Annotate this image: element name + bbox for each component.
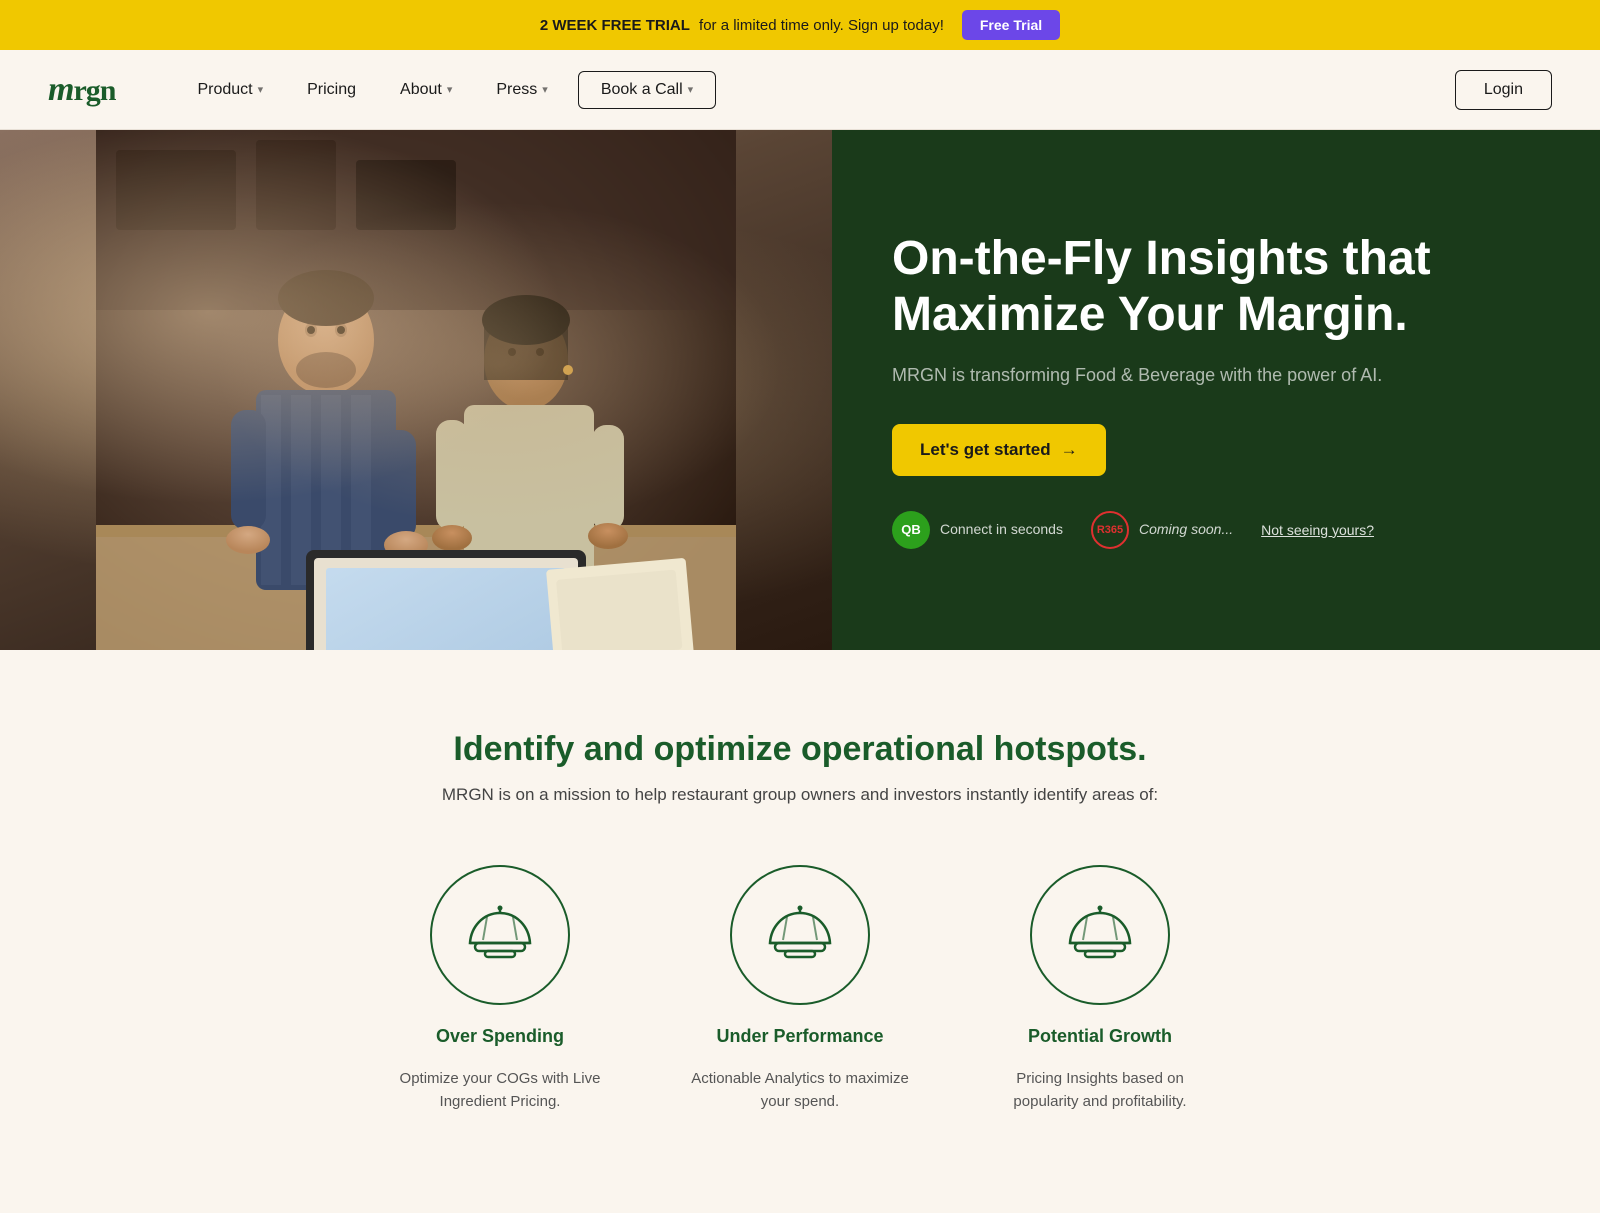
hotspot-cards: Over Spending Optimize your COGs with Li… — [40, 865, 1560, 1113]
nav-pricing[interactable]: Pricing — [285, 71, 378, 109]
overspending-desc: Optimize your COGs with Live Ingredient … — [390, 1068, 610, 1113]
potentialgrowth-icon — [1030, 865, 1170, 1005]
quickbooks-integration: QB Connect in seconds — [892, 511, 1063, 549]
hero-image — [0, 130, 832, 650]
quickbooks-logo: QB — [892, 511, 930, 549]
hotspots-section: Identify and optimize operational hotspo… — [0, 650, 1600, 1213]
overspending-icon — [430, 865, 570, 1005]
hotspots-heading: Identify and optimize operational hotspo… — [40, 730, 1560, 769]
hero-section: On-the-Fly Insights that Maximize Your M… — [0, 130, 1600, 650]
login-button[interactable]: Login — [1455, 70, 1552, 110]
hero-subtitle: MRGN is transforming Food & Beverage wit… — [892, 362, 1545, 389]
nav-product[interactable]: Product ▾ — [175, 71, 285, 109]
hotspot-card-underperformance: Under Performance Actionable Analytics t… — [690, 865, 910, 1113]
underperformance-label: Under Performance — [716, 1025, 883, 1048]
overspending-label: Over Spending — [436, 1025, 564, 1048]
chevron-down-icon: ▾ — [542, 83, 548, 96]
not-seeing-link[interactable]: Not seeing yours? — [1261, 522, 1374, 538]
nav-about[interactable]: About ▾ — [378, 71, 474, 109]
chevron-down-icon: ▾ — [688, 83, 694, 96]
free-trial-button[interactable]: Free Trial — [962, 10, 1060, 40]
arrow-icon: → — [1061, 440, 1078, 460]
hotspots-subtext: MRGN is on a mission to help restaurant … — [40, 785, 1560, 805]
banner-text: 2 WEEK FREE TRIAL for a limited time onl… — [540, 17, 944, 34]
nav-links: Product ▾ Pricing About ▾ Press ▾ Book a… — [175, 71, 1454, 109]
nav-press[interactable]: Press ▾ — [474, 71, 569, 109]
cloche-icon-1 — [465, 905, 535, 965]
r365-integration: R365 Coming soon... — [1091, 511, 1233, 549]
nav-book-a-call[interactable]: Book a Call ▾ — [578, 71, 716, 109]
cloche-icon-2 — [765, 905, 835, 965]
hero-content: On-the-Fly Insights that Maximize Your M… — [832, 130, 1600, 650]
potentialgrowth-label: Potential Growth — [1028, 1025, 1172, 1048]
chevron-down-icon: ▾ — [447, 83, 453, 96]
logo[interactable]: mrgn — [48, 71, 115, 109]
main-navbar: mrgn Product ▾ Pricing About ▾ Press ▾ B… — [0, 50, 1600, 130]
hero-illustration — [0, 130, 832, 650]
hero-cta-button[interactable]: Let's get started → — [892, 424, 1106, 476]
hotspot-card-potentialgrowth: Potential Growth Pricing Insights based … — [990, 865, 1210, 1113]
underperformance-desc: Actionable Analytics to maximize your sp… — [690, 1068, 910, 1113]
r365-logo: R365 — [1091, 511, 1129, 549]
cloche-icon-3 — [1065, 905, 1135, 965]
chevron-down-icon: ▾ — [258, 83, 264, 96]
potentialgrowth-desc: Pricing Insights based on popularity and… — [990, 1068, 1210, 1113]
promo-banner: 2 WEEK FREE TRIAL for a limited time onl… — [0, 0, 1600, 50]
hotspot-card-overspending: Over Spending Optimize your COGs with Li… — [390, 865, 610, 1113]
hero-integrations: QB Connect in seconds R365 Coming soon..… — [892, 511, 1545, 549]
hero-photo — [0, 130, 832, 650]
hero-title: On-the-Fly Insights that Maximize Your M… — [892, 231, 1545, 341]
underperformance-icon — [730, 865, 870, 1005]
